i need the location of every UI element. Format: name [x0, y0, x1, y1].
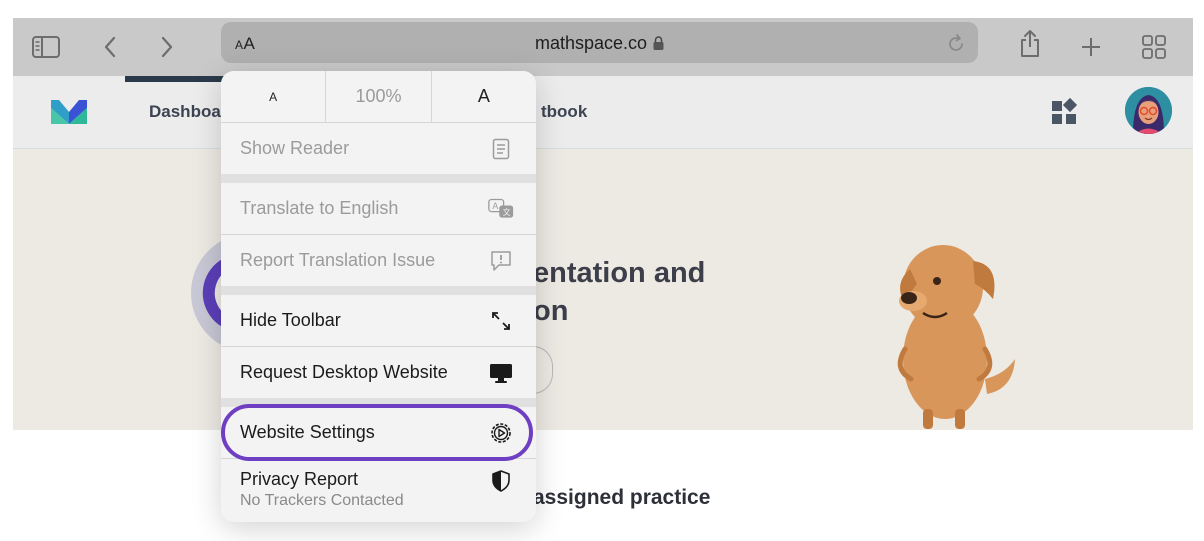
report-issue-icon: [488, 248, 514, 274]
hero-title-line-1: entation and: [533, 257, 706, 289]
hero-title: entation and on: [533, 254, 705, 330]
menu-item-label: Report Translation Issue: [240, 250, 436, 270]
nav-dashboard[interactable]: Dashboa: [149, 102, 221, 122]
hero-title-line-2: on: [533, 295, 569, 327]
dog-mascot-illustration: [875, 209, 1025, 434]
increase-text-size-button[interactable]: A: [432, 71, 536, 122]
menu-item-translate[interactable]: Translate to English A文: [221, 183, 536, 234]
svg-text:A: A: [492, 202, 498, 212]
site-navbar: Dashboa tbook: [13, 76, 1193, 149]
menu-item-request-desktop-website[interactable]: Request Desktop Website: [221, 347, 536, 398]
translate-icon: A文: [488, 196, 514, 222]
apps-icon[interactable]: [1050, 97, 1080, 132]
reader-icon: [488, 136, 514, 162]
menu-item-hide-toolbar[interactable]: Hide Toolbar: [221, 295, 536, 346]
active-tab-indicator: [125, 76, 227, 82]
desktop-icon: [488, 360, 514, 386]
tabs-overview-icon[interactable]: [1137, 30, 1171, 64]
new-tab-icon[interactable]: [1074, 30, 1108, 64]
menu-item-label: Privacy Report: [240, 469, 359, 489]
address-domain: mathspace.co: [221, 33, 978, 55]
page-settings-popover: A 100% A Show Reader Translate to Englis…: [221, 71, 536, 522]
nav-textbook[interactable]: tbook: [541, 102, 587, 122]
decrease-text-size-button[interactable]: A: [221, 71, 327, 122]
menu-item-report-translation-issue[interactable]: Report Translation Issue: [221, 235, 536, 286]
menu-item-label: Translate to English: [240, 198, 399, 218]
lock-icon: [653, 34, 664, 55]
hero-banner: entation and on: [13, 149, 1193, 430]
expand-arrows-icon: [488, 308, 514, 334]
menu-item-show-reader[interactable]: Show Reader: [221, 123, 536, 174]
menu-item-website-settings[interactable]: Website Settings: [221, 407, 536, 458]
menu-item-label: Show Reader: [240, 138, 350, 158]
zoom-controls: A 100% A: [221, 71, 536, 123]
share-icon[interactable]: [1013, 27, 1047, 61]
zoom-percentage[interactable]: 100%: [326, 71, 432, 122]
menu-section-divider: [221, 174, 536, 183]
mathspace-logo[interactable]: [49, 96, 89, 131]
domain-text: mathspace.co: [534, 33, 648, 53]
address-bar[interactable]: AA mathspace.co: [221, 22, 978, 63]
web-page: Dashboa tbook entation and on assigned p…: [13, 76, 1193, 531]
back-icon[interactable]: [93, 30, 127, 64]
reload-icon[interactable]: [946, 32, 966, 59]
menu-item-label: Request Desktop Website: [240, 362, 448, 382]
forward-icon[interactable]: [150, 30, 184, 64]
menu-item-label: Hide Toolbar: [240, 310, 341, 330]
avatar[interactable]: [1125, 87, 1172, 134]
svg-text:文: 文: [503, 207, 511, 217]
gear-icon: [488, 420, 514, 446]
sidebar-icon[interactable]: [29, 30, 63, 64]
section-title: assigned practice: [533, 486, 711, 509]
menu-item-privacy-report[interactable]: Privacy Report No Trackers Contacted: [221, 459, 536, 522]
menu-section-divider: [221, 398, 536, 407]
hero-button[interactable]: [533, 346, 553, 394]
menu-item-sublabel: No Trackers Contacted: [240, 492, 404, 509]
shield-icon: [488, 468, 514, 494]
menu-item-label: Website Settings: [240, 422, 375, 442]
menu-section-divider: [221, 286, 536, 295]
browser-toolbar: AA mathspace.co: [13, 18, 1193, 76]
